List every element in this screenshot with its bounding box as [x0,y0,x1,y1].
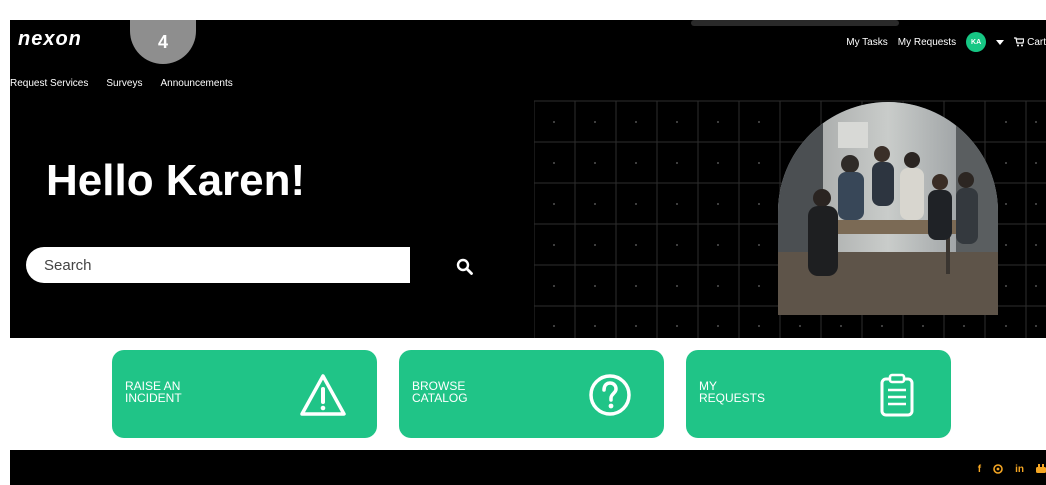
step-badge: 4 [130,20,196,64]
avatar[interactable]: KA [966,32,987,52]
svg-text:nexon: nexon [18,28,82,50]
browse-catalog-tile[interactable]: BROWSE CATALOG [399,350,664,438]
nav-request-services[interactable]: Request Services [10,78,88,89]
linkedin-icon[interactable]: in [1015,464,1024,475]
my-requests-tile[interactable]: MY REQUESTS [686,350,951,438]
search-input[interactable] [26,247,410,283]
cart-icon [1014,37,1025,47]
tile-label: RAISE AN INCIDENT [125,379,182,405]
clipboard-list-icon [880,373,914,417]
nav-announcements[interactable]: Announcements [161,78,233,89]
user-menu: My Tasks My Requests KA Cart [846,32,1046,52]
team-meeting-photo [778,102,998,315]
tile-label: MY REQUESTS [699,379,766,405]
footer: f in [10,450,1046,485]
greeting-heading: Hello Karen! [46,156,306,205]
top-bar: nexon 4 Request Services Surveys Announc… [10,20,1046,100]
quick-actions: RAISE AN INCIDENT BROWSE CATALOG MY REQU… [112,350,951,438]
raise-incident-tile[interactable]: RAISE AN INCIDENT [112,350,377,438]
hero-banner: Hello Karen! [10,100,1046,338]
portal-window: nexon 4 Request Services Surveys Announc… [10,20,1046,485]
cart-label: Cart [1027,36,1046,48]
warning-icon [300,374,346,416]
social-links: f in [978,464,1046,475]
nexon-logo[interactable]: nexon [16,28,108,50]
my-tasks-link[interactable]: My Tasks [846,37,888,48]
globe-icon[interactable] [993,464,1003,474]
youtube-icon[interactable] [1036,464,1046,474]
question-icon [589,374,631,416]
nav-surveys[interactable]: Surveys [106,78,142,89]
chevron-down-icon[interactable] [996,39,1005,45]
window-grip [691,20,899,26]
search-box [26,247,410,283]
cart-button[interactable]: Cart [1014,37,1046,48]
my-requests-link[interactable]: My Requests [898,37,956,48]
search-icon[interactable] [456,258,474,276]
tile-label: BROWSE CATALOG [412,379,468,405]
facebook-icon[interactable]: f [978,464,981,475]
main-nav: Request Services Surveys Announcements [10,78,233,89]
